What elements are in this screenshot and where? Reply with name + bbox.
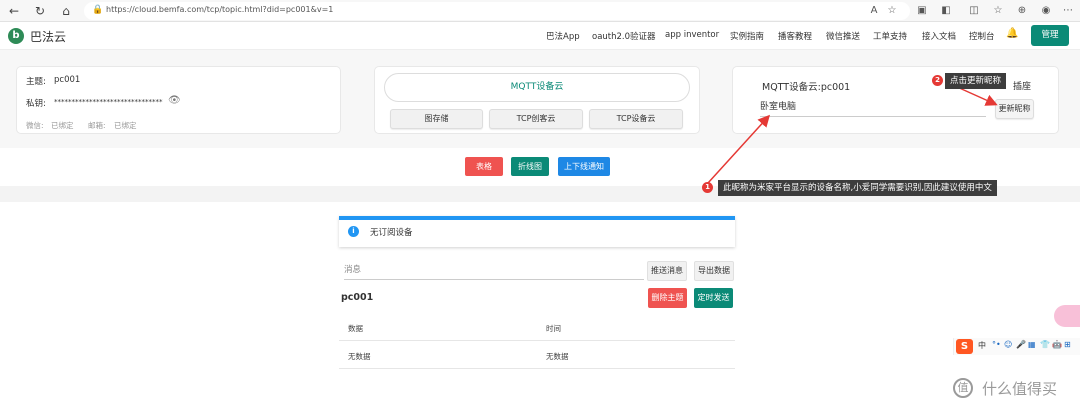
arrow-to-nickname-input: [707, 114, 771, 184]
table-cell-data: 无数据: [348, 352, 371, 361]
table-divider: [339, 368, 735, 369]
floating-assistant-icon[interactable]: [1054, 305, 1080, 327]
ime-voice-icon[interactable]: 🎤: [1016, 340, 1026, 349]
subscription-info-card: i 无订阅设备: [339, 216, 735, 247]
topic-name: pc001: [341, 292, 374, 303]
ime-assistant-icon[interactable]: 🤖: [1052, 340, 1062, 349]
ime-punctuation-icon[interactable]: °•: [992, 340, 1001, 349]
delete-topic-button[interactable]: 删除主题: [648, 288, 687, 308]
no-subscribed-device-text: 无订阅设备: [370, 228, 413, 238]
table-cell-time: 无数据: [546, 352, 569, 361]
annotation-badge-1: 1: [702, 182, 713, 193]
watermark-text: 什么值得买: [982, 380, 1058, 398]
sogou-ime-logo[interactable]: S: [956, 339, 973, 354]
watermark-logo-icon: 值: [953, 378, 973, 398]
table-header-time: 时间: [546, 324, 561, 333]
info-icon: i: [348, 226, 359, 237]
ime-keyboard-icon[interactable]: ▦: [1028, 340, 1036, 349]
ime-language-toggle[interactable]: 中: [978, 340, 986, 351]
export-data-button[interactable]: 导出数据: [694, 261, 734, 281]
message-input[interactable]: 消息: [344, 262, 644, 280]
annotation-arrows: [707, 81, 998, 184]
ime-toolbox-icon[interactable]: ⊞: [1064, 340, 1071, 349]
annotation-nickname-note: 此昵称为米家平台显示的设备名称,小爱同学需要识别,因此建议使用中文: [718, 180, 997, 196]
push-message-button[interactable]: 推送消息: [647, 261, 687, 281]
annotation-click-update: 点击更新昵称: [945, 73, 1007, 89]
scheduled-send-button[interactable]: 定时发送: [694, 288, 733, 308]
ime-emoji-icon[interactable]: ☺: [1004, 340, 1012, 349]
table-header-data: 数据: [348, 324, 363, 333]
table-divider: [339, 340, 735, 341]
ime-skin-icon[interactable]: 👕: [1040, 340, 1050, 349]
annotation-badge-2: 2: [932, 75, 943, 86]
